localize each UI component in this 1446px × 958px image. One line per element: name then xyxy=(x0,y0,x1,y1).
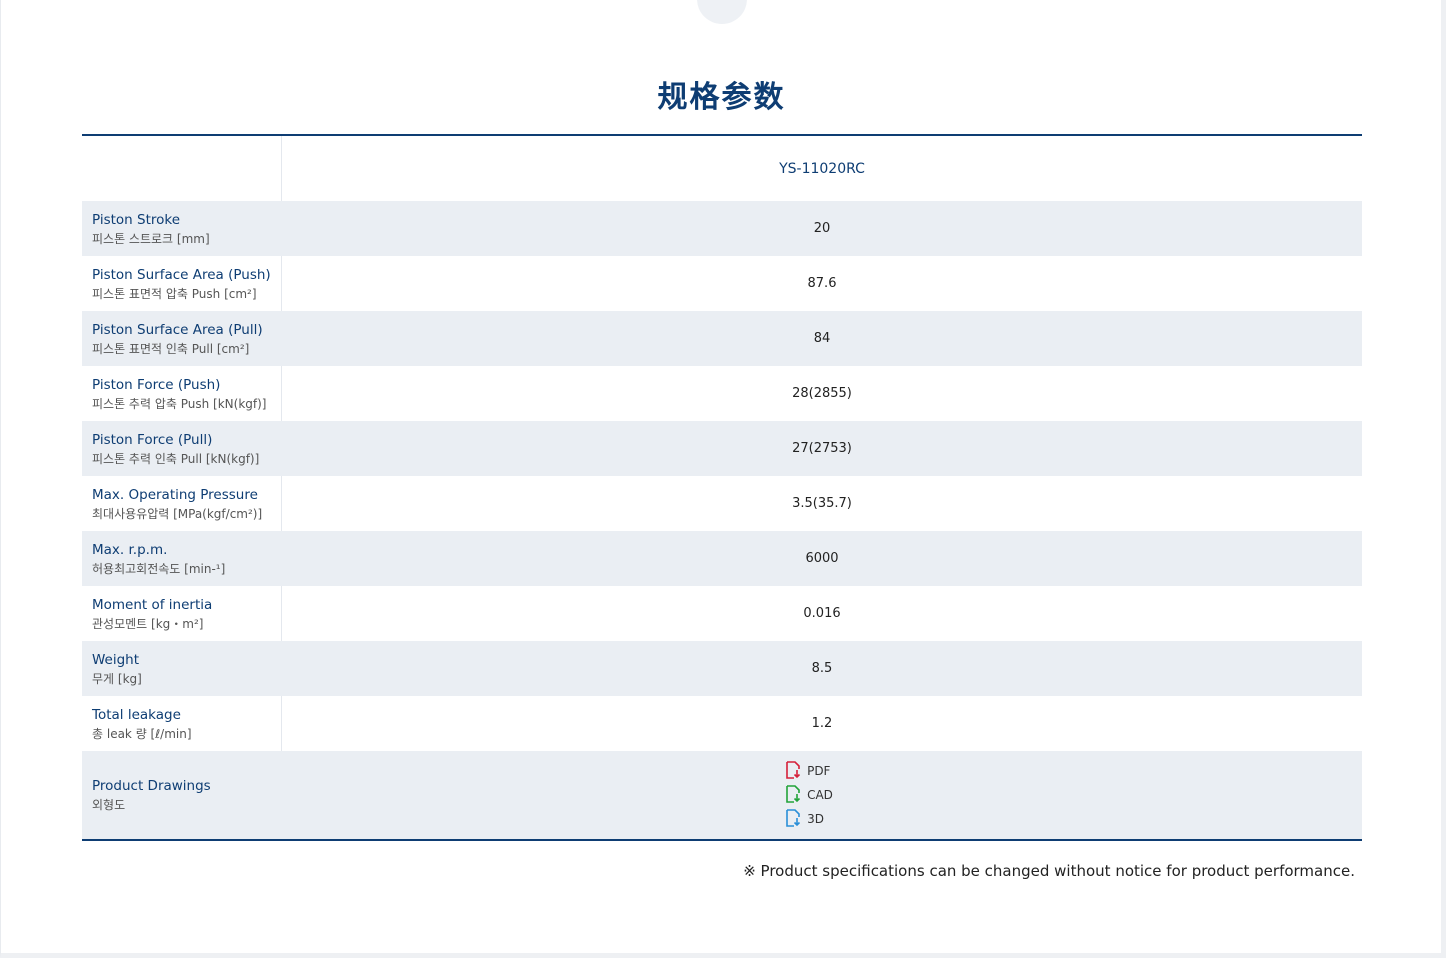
table-row: Weight 무게 [kg] 8.5 xyxy=(82,641,1362,696)
row-value: 1.2 xyxy=(811,716,833,731)
top-circle-decoration xyxy=(697,0,747,24)
row-label-cell: Max. Operating Pressure 최대사용유압력 [MPa(kgf/… xyxy=(82,476,282,531)
drawings-label-en: Product Drawings xyxy=(92,778,211,794)
table-row: Piston Surface Area (Push) 피스톤 표면적 압축 Pus… xyxy=(82,256,1362,311)
row-label-en: Piston Force (Pull) xyxy=(92,431,213,448)
row-label-en: Weight xyxy=(92,651,140,668)
drawings-label-ko: 외형도 xyxy=(92,798,126,812)
row-label-ko: 무게 [kg] xyxy=(92,671,142,686)
model-name: YS-11020RC xyxy=(779,160,865,177)
drawing-link-cad[interactable]: CAD xyxy=(785,784,833,806)
row-value: 0.016 xyxy=(803,606,841,621)
row-label-en: Total leakage xyxy=(92,706,181,723)
table-row: Piston Force (Pull) 피스톤 추력 인축 Pull [kN(kg… xyxy=(82,421,1362,476)
row-value: 20 xyxy=(813,221,831,236)
drawing-link-pdf[interactable]: PDF xyxy=(785,760,833,782)
row-label-en: Max. Operating Pressure xyxy=(92,486,258,503)
row-label-en: Piston Force (Push) xyxy=(92,376,221,393)
table-row: Piston Force (Push) 피스톤 추력 압축 Push [kN(kg… xyxy=(82,366,1362,421)
row-label-en: Piston Surface Area (Pull) xyxy=(92,321,263,338)
row-value: 8.5 xyxy=(811,661,833,676)
table-row: Moment of inertia 관성모멘트 [kg・m²] 0.016 xyxy=(82,586,1362,641)
row-label-cell: Piston Surface Area (Push) 피스톤 표면적 압축 Pus… xyxy=(82,256,282,311)
row-label-en: Piston Surface Area (Push) xyxy=(92,266,271,283)
page-title: 规格参数 xyxy=(657,80,786,115)
row-label-cell: Piston Stroke 피스톤 스트로크 [mm] xyxy=(82,201,282,256)
drawing-link-label: 3D xyxy=(807,812,824,826)
table-row: Max. Operating Pressure 최대사용유압력 [MPa(kgf/… xyxy=(82,476,1362,531)
row-label-ko: 관성모멘트 [kg・m²] xyxy=(92,616,204,631)
row-label-ko: 최대사용유압력 [MPa(kgf/cm²)] xyxy=(92,506,263,521)
row-label-cell: Max. r.p.m. 허용최고회전속도 [min-¹] xyxy=(82,531,282,586)
cad-file-icon xyxy=(785,784,801,806)
drawing-link-label: PDF xyxy=(807,764,831,778)
row-label-cell: Piston Surface Area (Pull) 피스톤 표면적 인축 Pul… xyxy=(82,311,282,366)
row-label-en: Piston Stroke xyxy=(92,211,181,228)
drawings-label-cell: Product Drawings 외형도 xyxy=(82,751,282,839)
row-label-cell: Piston Force (Pull) 피스톤 추력 인축 Pull [kN(kg… xyxy=(82,421,282,476)
spec-table: YS-11020RC Piston Stroke 피스톤 스트로크 [mm] 20 P… xyxy=(82,134,1362,841)
drawing-link-label: CAD xyxy=(807,788,833,802)
table-row: Total leakage 총 leak 량 [ℓ/min] 1.2 xyxy=(82,696,1362,751)
pdf-file-icon xyxy=(785,760,801,782)
row-label-ko: 피스톤 표면적 인축 Pull [cm²] xyxy=(92,341,250,356)
3d-file-icon xyxy=(785,808,801,830)
row-value: 87.6 xyxy=(807,276,837,291)
drawing-download-list: PDF CAD 3D xyxy=(785,760,833,830)
row-label-en: Max. r.p.m. xyxy=(92,541,168,558)
row-value: 27(2753) xyxy=(792,441,852,456)
spec-rows: Piston Stroke 피스톤 스트로크 [mm] 20 Piston Surfa… xyxy=(82,201,1362,751)
row-label-cell: Total leakage 총 leak 량 [ℓ/min] xyxy=(82,696,282,751)
row-label-ko: 피스톤 추력 압축 Push [kN(kgf)] xyxy=(92,396,267,411)
page-frame: 规格参数 YS-11020RC Piston Stroke 피스톤 스트로크 [m… xyxy=(0,0,1446,958)
row-value: 3.5(35.7) xyxy=(792,496,852,511)
row-value: 84 xyxy=(813,331,831,346)
row-value: 28(2855) xyxy=(792,386,852,401)
row-label-ko: 허용최고회전속도 [min-¹] xyxy=(92,561,226,576)
row-label-ko: 피스톤 스트로크 [mm] xyxy=(92,231,210,246)
table-header-row: YS-11020RC xyxy=(82,136,1362,201)
table-row-product-drawings: Product Drawings 외형도 PDF CAD 3D xyxy=(82,751,1362,839)
row-value: 6000 xyxy=(805,551,839,566)
row-label-ko: 총 leak 량 [ℓ/min] xyxy=(92,726,192,741)
row-label-ko: 피스톤 추력 인축 Pull [kN(kgf)] xyxy=(92,451,260,466)
header-blank-cell xyxy=(82,136,282,201)
row-label-en: Moment of inertia xyxy=(92,596,213,613)
row-label-ko: 피스톤 표면적 압축 Push [cm²] xyxy=(92,286,257,301)
table-row: Piston Surface Area (Pull) 피스톤 표면적 인축 Pul… xyxy=(82,311,1362,366)
row-label-cell: Moment of inertia 관성모멘트 [kg・m²] xyxy=(82,586,282,641)
spec-change-notice: ※ Product specifications can be changed … xyxy=(743,862,1355,880)
drawing-link-3d[interactable]: 3D xyxy=(785,808,833,830)
row-label-cell: Weight 무게 [kg] xyxy=(82,641,282,696)
table-row: Piston Stroke 피스톤 스트로크 [mm] 20 xyxy=(82,201,1362,256)
table-row: Max. r.p.m. 허용최고회전속도 [min-¹] 6000 xyxy=(82,531,1362,586)
drawings-value-cell: PDF CAD 3D xyxy=(282,751,1362,839)
row-label-cell: Piston Force (Push) 피스톤 추력 압축 Push [kN(kg… xyxy=(82,366,282,421)
